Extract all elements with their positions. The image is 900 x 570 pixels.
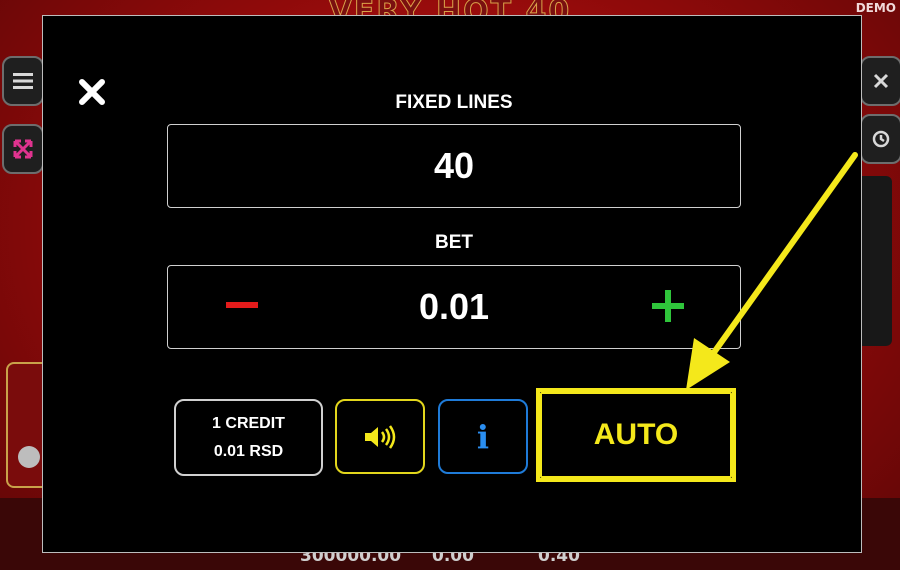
speaker-icon bbox=[365, 424, 396, 449]
close-icon bbox=[79, 79, 105, 105]
bet-field: 0.01 bbox=[167, 265, 741, 349]
close-icon bbox=[873, 73, 889, 89]
fixed-lines-field: 40 bbox=[167, 124, 741, 208]
info-button[interactable]: i bbox=[438, 399, 528, 474]
increase-bet-button[interactable] bbox=[652, 290, 684, 322]
credit-display: 1 CREDIT 0.01 RSD bbox=[174, 399, 323, 476]
bet-settings-modal: FIXED LINES 40 BET 0.01 1 CREDIT 0.01 RS… bbox=[42, 15, 862, 553]
fixed-lines-label: FIXED LINES bbox=[395, 92, 513, 113]
credit-value: 0.01 RSD bbox=[213, 442, 284, 460]
bet-value: 0.01 bbox=[418, 286, 490, 327]
sound-button[interactable] bbox=[335, 399, 425, 474]
history-button[interactable] bbox=[860, 114, 900, 164]
auto-spin-button[interactable]: AUTO bbox=[540, 392, 732, 478]
info-icon: i bbox=[476, 417, 490, 456]
credit-count: 1 CREDIT bbox=[212, 414, 285, 432]
hamburger-menu-icon bbox=[13, 73, 33, 89]
expand-icon bbox=[13, 139, 33, 159]
modal-close-button[interactable] bbox=[79, 79, 105, 105]
toggle-knob[interactable] bbox=[18, 446, 40, 468]
demo-label: DEMO bbox=[855, 1, 896, 15]
menu-button[interactable] bbox=[2, 56, 44, 106]
history-icon bbox=[872, 130, 890, 148]
fullscreen-button[interactable] bbox=[2, 124, 44, 174]
bet-label: BET bbox=[435, 232, 473, 253]
decrease-bet-button[interactable] bbox=[226, 302, 258, 308]
close-game-button[interactable] bbox=[860, 56, 900, 106]
